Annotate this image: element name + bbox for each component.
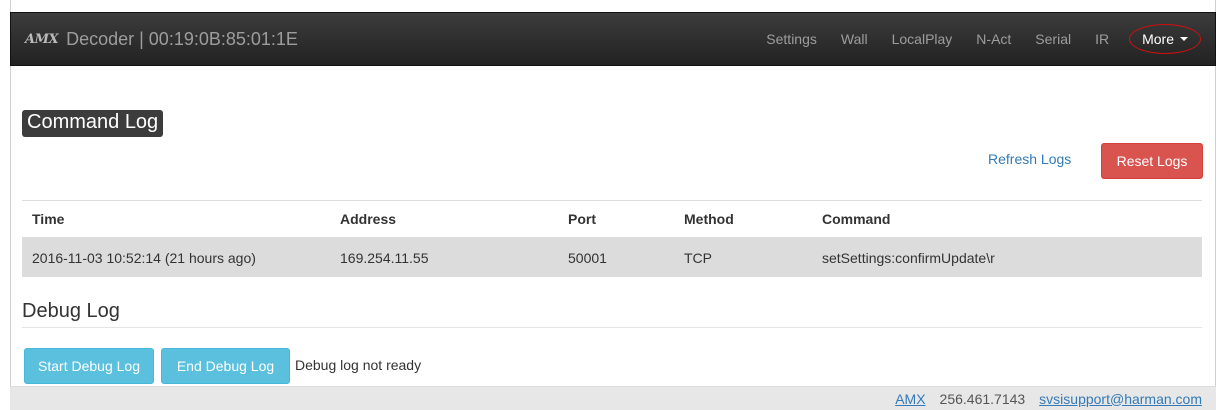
nav-ir[interactable]: IR — [1083, 31, 1121, 47]
nav-wall[interactable]: Wall — [829, 31, 880, 47]
refresh-logs-link[interactable]: Refresh Logs — [988, 151, 1071, 167]
debug-log-title: Debug Log — [22, 300, 120, 322]
nav-n-act[interactable]: N-Act — [964, 31, 1023, 47]
amx-logo: AMX — [25, 31, 59, 47]
divider — [22, 327, 1202, 328]
footer: AMX 256.461.7143 svsisupport@harman.com — [10, 386, 1216, 410]
end-debug-log-button[interactable]: End Debug Log — [161, 348, 290, 384]
column-header-port: Port — [568, 211, 596, 227]
nav-settings[interactable]: Settings — [754, 31, 829, 47]
reset-logs-button[interactable]: Reset Logs — [1101, 143, 1203, 179]
debug-log-status: Debug log not ready — [295, 357, 422, 373]
footer-phone: 256.461.7143 — [939, 390, 1026, 407]
cell-time: 2016-11-03 10:52:14 (21 hours ago) — [32, 250, 256, 266]
nav-more-dropdown[interactable]: More — [1129, 24, 1201, 54]
caret-down-icon — [1180, 37, 1188, 41]
cell-method: TCP — [684, 250, 712, 266]
column-header-method: Method — [684, 211, 734, 227]
nav-localplay[interactable]: LocalPlay — [880, 31, 965, 47]
nav-links: Settings Wall LocalPlay N-Act Serial IR … — [754, 13, 1215, 65]
command-log-table: Time Address Port Method Command 2016-11… — [22, 200, 1202, 277]
nav-more-label: More — [1142, 31, 1174, 47]
footer-amx-link[interactable]: AMX — [895, 391, 925, 407]
nav-serial[interactable]: Serial — [1023, 31, 1083, 47]
brand[interactable]: AMX Decoder | 00:19:0B:85:01:1E — [25, 29, 298, 50]
column-header-command: Command — [822, 211, 891, 227]
cell-address: 169.254.11.55 — [340, 250, 429, 266]
cell-command: setSettings:confirmUpdate\r — [822, 250, 995, 266]
start-debug-log-button[interactable]: Start Debug Log — [24, 348, 154, 384]
device-title: Decoder | 00:19:0B:85:01:1E — [66, 28, 298, 49]
column-header-address: Address — [340, 211, 397, 227]
table-header: Time Address Port Method Command — [22, 201, 1202, 239]
top-navbar: AMX Decoder | 00:19:0B:85:01:1E Settings… — [10, 12, 1216, 66]
command-log-title: Command Log — [22, 110, 164, 137]
table-row: 2016-11-03 10:52:14 (21 hours ago) 169.2… — [22, 239, 1202, 277]
footer-email-link[interactable]: svsisupport@harman.com — [1039, 391, 1202, 407]
cell-port: 50001 — [568, 250, 607, 266]
column-header-time: Time — [32, 211, 65, 227]
